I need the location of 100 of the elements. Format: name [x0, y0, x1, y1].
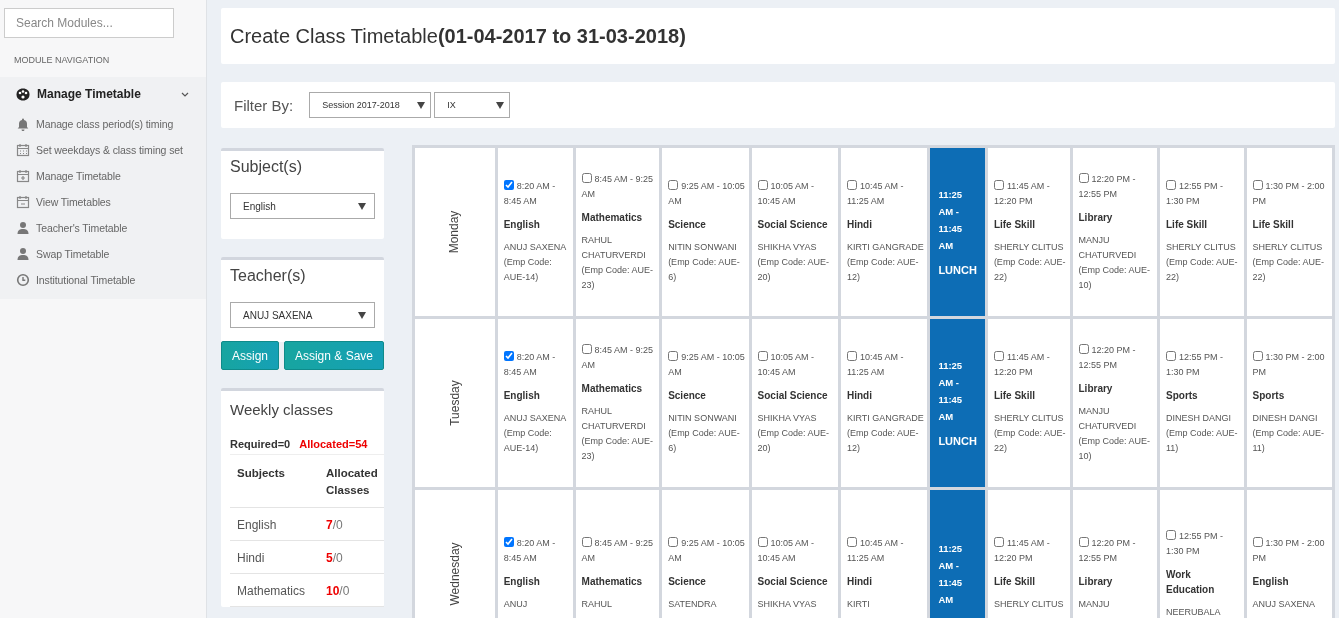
period-checkbox[interactable] [846, 537, 857, 547]
period-cell[interactable]: 8:20 AM - 8:45 AM English ANUJ SAXENA (Emp Code: AUE-14) [497, 148, 573, 316]
subject-name: Science [668, 575, 707, 589]
period-cell[interactable]: 8:45 AM - 9:25 AM Mathematics RAHUL [575, 490, 660, 618]
period-checkbox[interactable] [1166, 351, 1176, 361]
table-cell: Hindi [230, 541, 319, 574]
period-time: 12:20 PM - 12:55 PM [1078, 342, 1137, 372]
period-cell[interactable]: 11:45 AM - 12:20 PM Life Skill SHERLY CLITUS (Emp Code: AUE-22) [987, 148, 1070, 316]
period-time: 11:45 AM - 12:20 PM [993, 536, 1051, 565]
subject-select[interactable]: English [230, 193, 375, 219]
subject-name: Social Science [757, 218, 829, 232]
nav-item[interactable]: Swap Timetable [0, 241, 206, 267]
period-cell[interactable]: 10:45 AM - 11:25 AM Hindi KIRTI [840, 490, 928, 618]
period-cell[interactable]: 1:30 PM - 2:00 PM Sports DINESH DANGI (Emp Code: AUE-11) [1246, 319, 1332, 487]
table-cell: Mathematics [230, 574, 319, 607]
user-icon [16, 247, 30, 261]
search-field[interactable]: Search Modules... [4, 8, 174, 38]
nav-item[interactable]: View Timetables [0, 189, 206, 215]
nav-item[interactable]: Set weekdays & class timing set [0, 137, 206, 163]
period-checkbox[interactable] [668, 351, 679, 361]
teacher-name: RAHUL [581, 598, 614, 611]
period-cell[interactable]: 10:05 AM - 10:45 AM Social Science SHIKHA VYAS (Emp Code: AUE-20) [751, 319, 838, 487]
period-cell[interactable]: 8:20 AM - 8:45 AM English ANUJ SAXENA (Emp Code: AUE-14) [497, 319, 573, 487]
period-checkbox[interactable] [1078, 537, 1089, 547]
period-cell[interactable]: 11:45 AM - 12:20 PM Life Skill SHERLY CLITUS (Emp Code: AUE-22) [987, 319, 1070, 487]
page-title: Create Class Timetable(01-04-2017 to 31-03-2018) [230, 24, 686, 48]
nav-item[interactable]: Manage Timetable [0, 163, 206, 189]
nav-item[interactable]: Teacher's Timetable [0, 215, 206, 241]
period-cell[interactable]: 12:55 PM - 1:30 PM Sports DINESH DANGI (Emp Code: AUE-11) [1160, 319, 1244, 487]
period-time: 10:45 AM - 11:25 AM [846, 350, 905, 379]
nav-item[interactable]: Institutional Timetable [0, 267, 206, 293]
period-cell[interactable]: 10:05 AM - 10:45 AM Social Science SHIKHA VYAS [751, 490, 838, 618]
period-cell[interactable]: 10:45 AM - 11:25 AM Hindi KIRTI GANGRADE (Emp Code: AUE-12) [840, 148, 928, 316]
nav-item[interactable]: Manage class period(s) timing [0, 111, 206, 137]
subject-name: Library [1078, 575, 1114, 589]
period-checkbox[interactable] [1166, 180, 1176, 190]
teacher-name: NITIN SONWANI (Emp Code: AUE-6) [668, 412, 741, 455]
period-time: 8:20 AM - 8:45 AM [503, 179, 557, 208]
period-checkbox[interactable] [993, 537, 1004, 547]
period-cell[interactable]: 1:30 PM - 2:00 PM English ANUJ SAXENA [1246, 490, 1332, 618]
period-checkbox[interactable] [846, 180, 857, 190]
period-cell[interactable]: 8:20 AM - 8:45 AM English ANUJ [497, 490, 573, 618]
period-time: 11:45 AM - 12:20 PM [993, 350, 1051, 379]
period-cell[interactable]: 9:25 AM - 10:05 AM Science SATENDRA [662, 490, 749, 618]
period-cell[interactable]: 12:20 PM - 12:55 PM Library MANJU CHATURVEDI (Emp Code: AUE-10) [1072, 319, 1157, 487]
period-time: 11:45 AM - 12:20 PM [993, 179, 1051, 208]
class-select[interactable]: IX [434, 92, 511, 118]
column-header: Allocated Classes [319, 455, 384, 508]
period-checkbox[interactable] [668, 537, 679, 547]
period-checkbox[interactable] [581, 172, 592, 183]
bell-icon [16, 117, 30, 131]
period-checkbox[interactable] [757, 351, 768, 361]
dropdown-caret-icon [358, 202, 366, 210]
teacher-name: KIRTI GANGRADE (Emp Code: AUE-12) [846, 241, 925, 284]
period-checkbox[interactable] [581, 537, 592, 547]
period-checkbox[interactable] [1252, 537, 1263, 547]
day-label: Tuesday [447, 380, 462, 426]
period-checkbox[interactable] [1252, 180, 1263, 190]
teacher-name: SHIKHA VYAS [757, 598, 818, 611]
teacher-select[interactable]: ANUJ SAXENA [230, 302, 375, 328]
period-checkbox[interactable] [581, 343, 592, 354]
period-checkbox[interactable] [1252, 351, 1263, 361]
period-cell[interactable]: 11:45 AM - 12:20 PM Life Skill SHERLY CLITUS [987, 490, 1070, 618]
dropdown-caret-icon [417, 101, 426, 109]
period-time: 12:55 PM - 1:30 PM [1166, 179, 1225, 208]
section-title: MODULE NAVIGATION [13, 54, 111, 67]
period-checkbox[interactable] [757, 537, 768, 547]
period-cell[interactable]: 12:55 PM - 1:30 PM Work Education NEERUBALA [1160, 490, 1244, 618]
subject-name: Science [668, 389, 707, 403]
teacher-name: SHERLY CLITUS [993, 598, 1065, 611]
period-cell[interactable]: 12:20 PM - 12:55 PM Library MANJU CHATURVEDI (Emp Code: AUE-10) [1072, 148, 1157, 316]
period-checkbox[interactable] [993, 351, 1004, 361]
period-cell[interactable]: 8:45 AM - 9:25 AM Mathematics RAHUL CHATURVERDI (Emp Code: AUE-23) [575, 148, 660, 316]
session-select[interactable]: Session 2017-2018 [309, 92, 432, 118]
teacher-name: MANJU [1078, 598, 1111, 611]
period-checkbox[interactable] [1166, 529, 1176, 540]
teacher-name: SATENDRA [668, 598, 718, 611]
period-cell[interactable]: 12:20 PM - 12:55 PM Library MANJU [1072, 490, 1157, 618]
nav-group-label: Manage Timetable [37, 87, 141, 101]
period-cell[interactable]: 10:45 AM - 11:25 AM Hindi KIRTI GANGRADE (Emp Code: AUE-12) [840, 319, 928, 487]
nav-group-header[interactable]: Manage Timetable [0, 87, 206, 111]
period-cell[interactable]: 9:25 AM - 10:05 AM Science NITIN SONWANI (Emp Code: AUE-6) [662, 148, 749, 316]
period-checkbox[interactable] [1078, 343, 1089, 354]
period-cell[interactable]: 9:25 AM - 10:05 AM Science NITIN SONWANI (Emp Code: AUE-6) [662, 319, 749, 487]
panel-title: Teacher(s) [230, 267, 307, 285]
period-cell[interactable]: 1:30 PM - 2:00 PM Life Skill SHERLY CLITUS (Emp Code: AUE-22) [1246, 148, 1332, 316]
period-cell[interactable]: 12:55 PM - 1:30 PM Life Skill SHERLY CLITUS (Emp Code: AUE-22) [1160, 148, 1244, 316]
teacher-name: RAHUL CHATURVERDI (Emp Code: AUE-23) [581, 404, 655, 463]
period-cell[interactable]: 10:05 AM - 10:45 AM Social Science SHIKHA VYAS (Emp Code: AUE-20) [751, 148, 838, 316]
period-checkbox[interactable] [846, 351, 857, 361]
period-checkbox[interactable] [757, 180, 768, 190]
period-checkbox[interactable] [503, 537, 514, 547]
teacher-name: SHIKHA VYAS (Emp Code: AUE-20) [757, 241, 831, 284]
period-checkbox[interactable] [668, 180, 679, 190]
teacher-name: NEERUBALA [1166, 605, 1222, 618]
period-checkbox[interactable] [503, 351, 514, 361]
period-cell[interactable]: 8:45 AM - 9:25 AM Mathematics RAHUL CHATURVERDI (Emp Code: AUE-23) [575, 319, 660, 487]
period-checkbox[interactable] [993, 180, 1004, 190]
period-checkbox[interactable] [1078, 172, 1089, 183]
period-checkbox[interactable] [503, 180, 514, 190]
